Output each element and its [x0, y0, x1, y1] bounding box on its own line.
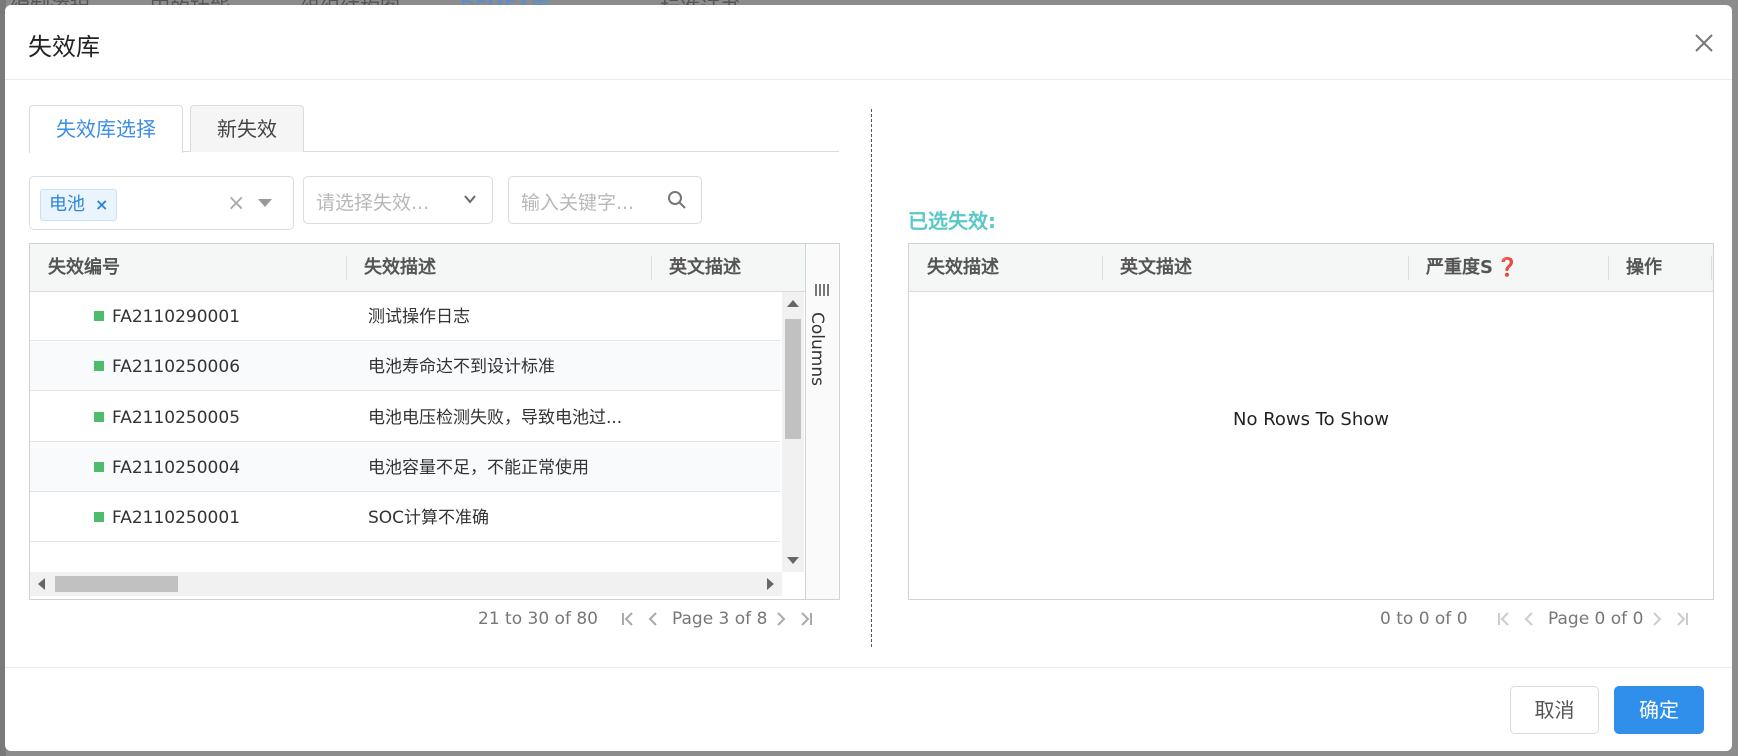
grid-header: 失效编号 失效描述 英文描述	[30, 244, 805, 292]
tab-library-select[interactable]: 失效库选择	[29, 105, 183, 153]
status-marker-icon	[94, 412, 104, 422]
previous-page-icon[interactable]	[644, 609, 664, 629]
empty-state: No Rows To Show	[1233, 409, 1389, 430]
search-icon[interactable]	[667, 190, 687, 210]
first-page-icon[interactable]	[618, 609, 638, 629]
failure-code: FA2110250004	[112, 458, 241, 478]
column-header-en[interactable]: 英文描述	[651, 244, 741, 292]
vertical-scrollbar[interactable]	[782, 292, 804, 572]
first-page-icon[interactable]	[1494, 609, 1514, 629]
dialog-title: 失效库	[28, 33, 100, 61]
tab-new-failure[interactable]: 新失效	[190, 105, 304, 152]
right-pagination: 0 to 0 of 0 Page 0 of 0	[1380, 604, 1710, 634]
help-icon[interactable]: ❓	[1496, 257, 1518, 278]
grid-header: 失效描述 英文描述 严重度S ❓ 操作	[909, 244, 1713, 292]
scroll-right-icon[interactable]	[767, 578, 774, 590]
tag-remove-icon[interactable]: ×	[95, 195, 108, 214]
last-page-icon[interactable]	[1672, 609, 1692, 629]
failure-desc: 测试操作日志	[368, 307, 470, 327]
selected-failures-title: 已选失效:	[908, 209, 996, 233]
clear-icon[interactable]: ×	[227, 191, 245, 216]
left-pagination: 21 to 30 of 80 Page 3 of 8	[478, 604, 838, 634]
dialog-header: 失效库	[5, 5, 1732, 80]
failure-desc: 电池寿命达不到设计标准	[368, 357, 555, 377]
tab-bar: 失效库选择 新失效	[29, 105, 839, 153]
selected-failures-grid: 失效描述 英文描述 严重度S ❓ 操作 No Rows To Show	[908, 243, 1714, 600]
table-row[interactable]: FA2110250005 电池电压检测失败，导致电池过...	[30, 393, 780, 442]
close-icon	[1695, 34, 1713, 52]
footer-divider	[5, 667, 1732, 668]
failure-desc: 电池电压检测失败，导致电池过...	[368, 408, 623, 428]
columns-tool-panel-toggle[interactable]: Columns	[805, 244, 839, 599]
columns-label: Columns	[807, 312, 827, 386]
failure-library-dialog: 失效库 失效库选择 新失效 电池 × × 请选择失效... 输入关键字... 失…	[5, 5, 1732, 751]
failure-library-grid: 失效编号 失效描述 英文描述 FA2110290001 测试操作日志 FA211…	[29, 243, 840, 600]
status-marker-icon	[94, 311, 104, 321]
confirm-button[interactable]: 确定	[1614, 686, 1704, 734]
column-header-severity[interactable]: 严重度S ❓	[1408, 244, 1518, 292]
failure-code: FA2110290001	[112, 307, 241, 327]
column-header-desc[interactable]: 失效描述	[909, 244, 999, 292]
selected-tag: 电池 ×	[40, 189, 118, 221]
status-marker-icon	[94, 462, 104, 472]
failure-type-placeholder: 请选择失效...	[316, 192, 430, 214]
failure-type-select[interactable]: 请选择失效...	[303, 176, 493, 224]
table-row[interactable]: FA2110250001 SOC计算不准确	[30, 493, 780, 542]
last-page-icon[interactable]	[796, 609, 816, 629]
columns-icon	[815, 284, 829, 296]
table-row[interactable]: FA2110250006 电池寿命达不到设计标准	[30, 342, 780, 391]
scroll-thumb[interactable]	[55, 576, 178, 592]
column-header-en[interactable]: 英文描述	[1102, 244, 1192, 292]
column-header-code[interactable]: 失效编号	[30, 244, 120, 292]
chevron-down-icon	[464, 195, 476, 204]
page-indicator: Page 0 of 0	[1548, 609, 1644, 629]
column-header-action[interactable]: 操作	[1608, 244, 1662, 292]
failure-code: FA2110250005	[112, 408, 241, 428]
failure-code: FA2110250001	[112, 508, 241, 528]
status-marker-icon	[94, 361, 104, 371]
scroll-thumb[interactable]	[785, 319, 801, 439]
failure-desc: SOC计算不准确	[368, 508, 490, 528]
column-header-desc[interactable]: 失效描述	[346, 244, 436, 292]
next-page-icon[interactable]	[770, 609, 790, 629]
scroll-left-icon[interactable]	[38, 578, 45, 590]
scroll-down-icon[interactable]	[787, 557, 799, 564]
next-page-icon[interactable]	[1646, 609, 1666, 629]
table-row[interactable]: FA2110290001 测试操作日志	[30, 292, 780, 341]
scroll-up-icon[interactable]	[787, 300, 799, 307]
horizontal-scrollbar[interactable]	[30, 572, 782, 596]
close-button[interactable]	[1688, 27, 1720, 59]
keyword-search[interactable]: 输入关键字...	[508, 176, 702, 224]
column-resize-handle[interactable]	[1711, 256, 1712, 280]
row-summary: 0 to 0 of 0	[1380, 609, 1468, 629]
failure-desc: 电池容量不足，不能正常使用	[368, 458, 589, 478]
row-summary: 21 to 30 of 80	[478, 609, 598, 629]
previous-page-icon[interactable]	[1520, 609, 1540, 629]
keyword-input[interactable]: 输入关键字...	[521, 188, 634, 215]
cancel-button[interactable]: 取消	[1510, 686, 1599, 734]
status-marker-icon	[94, 512, 104, 522]
caret-down-icon[interactable]	[258, 199, 272, 207]
pane-divider	[871, 109, 872, 647]
page-indicator: Page 3 of 8	[672, 609, 768, 629]
category-multiselect[interactable]: 电池 × ×	[29, 176, 294, 230]
table-row[interactable]: FA2110250004 电池容量不足，不能正常使用	[30, 443, 780, 492]
severity-label: 严重度S	[1426, 257, 1493, 278]
failure-code: FA2110250006	[112, 357, 241, 377]
selected-tag-label: 电池	[49, 194, 85, 215]
